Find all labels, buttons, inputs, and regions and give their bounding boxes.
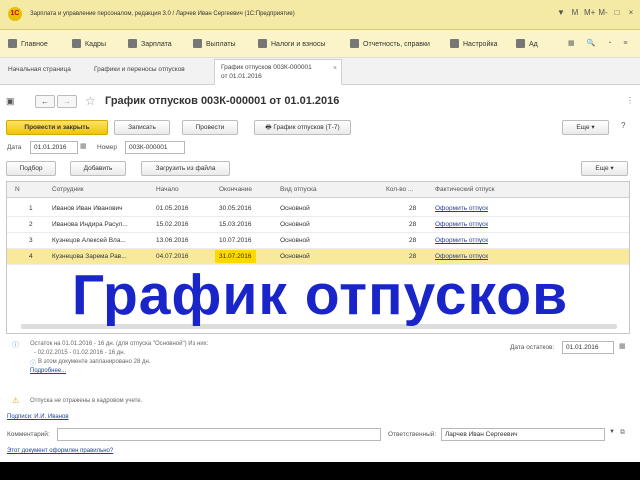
info-small-icon: ⓘ xyxy=(30,361,37,367)
forward-button[interactable]: → xyxy=(57,95,77,108)
settings-icon xyxy=(450,39,459,48)
arrange-vacation-link[interactable]: Оформить отпуск xyxy=(435,221,488,228)
post-close-button[interactable]: Провести и закрыть xyxy=(6,120,108,135)
post-button[interactable]: Провести xyxy=(182,120,238,135)
tab-strip: Начальная страница Графики и переносы от… xyxy=(0,58,640,85)
table-header: N Сотрудник Начало Окончание Вид отпуска… xyxy=(7,182,629,198)
menu-icon xyxy=(8,39,17,48)
col-employee[interactable]: Сотрудник xyxy=(52,186,84,193)
more-button[interactable]: Еще ▾ xyxy=(562,120,609,135)
form-title: График отпусков 003К-000001 от 01.01.201… xyxy=(105,95,340,107)
balance-info-line2: - 02.02.2015 - 01.02.2016 - 16 дн. xyxy=(34,350,126,356)
number-label: Номер xyxy=(97,144,118,151)
1c-logo: 1С xyxy=(8,7,22,21)
window-controls: ▼ M M+ M- □ × xyxy=(556,8,636,17)
section-taxes[interactable]: Налоги и взносы xyxy=(258,39,325,48)
responsible-label: Ответственный: xyxy=(388,431,437,438)
open-icon[interactable]: ⧉ xyxy=(620,429,625,437)
bottom-black-bar xyxy=(0,462,640,480)
memory-icon[interactable]: M xyxy=(570,8,580,17)
chevron-down-icon[interactable]: ▼ xyxy=(609,429,615,435)
responsible-field[interactable]: Ларчев Иван Сергеевич xyxy=(441,428,605,441)
warning-icon: ⚠ xyxy=(12,396,20,405)
col-start[interactable]: Начало xyxy=(156,186,179,193)
menu-dropdown-icon[interactable]: ▼ xyxy=(556,8,566,17)
table-more-button[interactable]: Еще ▾ xyxy=(581,161,628,176)
section-payments[interactable]: Выплаты xyxy=(193,39,236,48)
title-bar: 1С Зарплата и управление персоналом, ред… xyxy=(0,0,640,30)
col-days[interactable]: Кол-во ... xyxy=(386,186,413,193)
section-hr[interactable]: Кадры xyxy=(72,39,106,48)
col-actual[interactable]: Фактический отпуск xyxy=(435,186,494,193)
section-settings[interactable]: Настройка xyxy=(450,39,497,48)
save-button[interactable]: Записать xyxy=(114,120,170,135)
document-check-link[interactable]: Этот документ оформлен правильно? xyxy=(7,448,113,454)
back-button[interactable]: ← xyxy=(35,95,55,108)
tab-close-icon[interactable]: × xyxy=(333,64,337,73)
arrange-vacation-link[interactable]: Оформить отпуск xyxy=(435,205,488,212)
tab-vacation-schedule[interactable]: График отпусков 003К-000001 от 01.01.201… xyxy=(214,59,342,85)
warning-text: Отпуска не отражены в кадровом учете. xyxy=(30,398,143,404)
section-salary[interactable]: Зарплата xyxy=(128,39,172,48)
tab-home[interactable]: Начальная страница xyxy=(2,62,77,84)
gear-icon xyxy=(516,39,525,48)
planned-info: В этом документе запланировано 28 дн. xyxy=(38,359,151,365)
section-admin[interactable]: Ад xyxy=(516,39,538,48)
payment-icon xyxy=(193,39,202,48)
signatures-link[interactable]: Подписи: И.И. Иванов xyxy=(7,414,69,420)
table-row[interactable]: 2 Иванова Индира Расул... 15.02.2016 15.… xyxy=(7,217,629,233)
col-type[interactable]: Вид отпуска xyxy=(280,186,317,193)
favorite-star-icon[interactable]: ☆ xyxy=(85,94,96,108)
balance-date-label: Дата остатков: xyxy=(510,344,555,351)
col-end[interactable]: Окончание xyxy=(219,186,252,193)
comment-label: Комментарий: xyxy=(7,431,50,438)
section-panel: Главное Кадры Зарплата Выплаты Налоги и … xyxy=(0,30,640,58)
salary-icon xyxy=(128,39,137,48)
number-field[interactable]: 003К-000001 xyxy=(125,141,185,154)
form-menu-icon[interactable]: ▣ xyxy=(6,96,15,107)
toolbar-icons[interactable]: ▦ 🔍 ◔ ≡ xyxy=(568,39,632,47)
table-row[interactable]: 1 Иванов Иван Иванович 01.05.2016 30.05.… xyxy=(7,201,629,217)
memory-minus-icon[interactable]: M- xyxy=(598,8,608,17)
date-label: Дата xyxy=(7,144,22,151)
tab-schedules[interactable]: Графики и переносы отпусков xyxy=(88,62,191,84)
balance-info-line1: Остаток на 01.01.2016 - 16 дн. (для отпу… xyxy=(30,341,209,347)
table-row[interactable]: 3 Кузнецов Алексей Вла... 13.06.2016 10.… xyxy=(7,233,629,249)
load-file-button[interactable]: Загрузить из файла xyxy=(141,161,230,176)
close-icon[interactable]: × xyxy=(626,8,636,17)
pick-button[interactable]: Подбор xyxy=(6,161,56,176)
col-n[interactable]: N xyxy=(15,186,20,193)
more-details-link[interactable]: Подробнее... xyxy=(30,368,66,374)
section-main[interactable]: Главное xyxy=(8,39,48,48)
print-t7-button[interactable]: 🖶 График отпусков (Т-7) xyxy=(254,120,351,135)
arrange-vacation-link[interactable]: Оформить отпуск xyxy=(435,237,488,244)
date-field[interactable]: 01.01.2016 xyxy=(30,141,78,154)
maximize-icon[interactable]: □ xyxy=(612,8,622,17)
percent-icon xyxy=(258,39,267,48)
add-button[interactable]: Добавить xyxy=(70,161,126,176)
form-more-icon[interactable]: ⋮ xyxy=(626,96,634,105)
reports-icon xyxy=(350,39,359,48)
memory-plus-icon[interactable]: M+ xyxy=(584,8,595,17)
balance-date-field[interactable]: 01.01.2016 xyxy=(562,341,614,354)
people-icon xyxy=(72,39,81,48)
section-reports[interactable]: Отчетность, справки xyxy=(350,39,430,48)
calendar-icon[interactable]: ▦ xyxy=(80,142,87,150)
calendar-icon[interactable]: ▦ xyxy=(619,342,626,350)
overlay-caption: График отпусков xyxy=(71,263,569,327)
info-icon: ⓘ xyxy=(12,342,19,349)
comment-input[interactable] xyxy=(57,428,381,441)
help-icon[interactable]: ? xyxy=(621,121,625,130)
arrange-vacation-link[interactable]: Оформить отпуск xyxy=(435,253,488,260)
window-title: Зарплата и управление персоналом, редакц… xyxy=(30,11,295,17)
